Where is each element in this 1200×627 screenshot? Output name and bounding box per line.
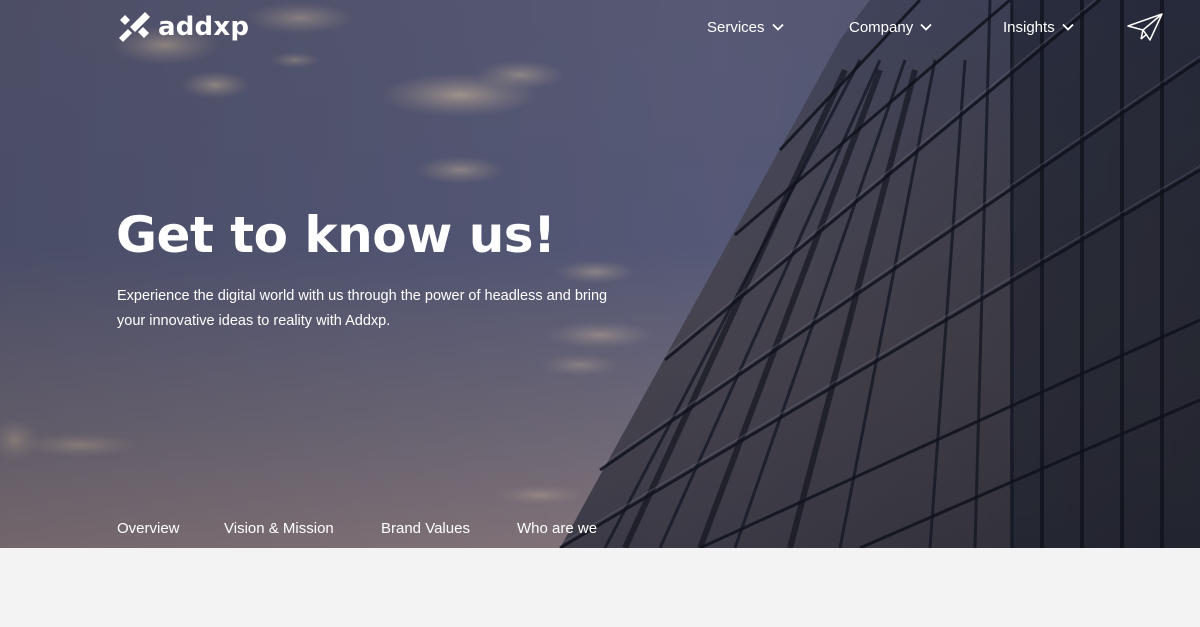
hero-section: addxp Services Company Insights Get to k… [0, 0, 1200, 548]
nav-company-label: Company [849, 18, 914, 36]
page: addxp Services Company Insights Get to k… [0, 0, 1200, 627]
logo-wordmark: addxp [158, 12, 250, 42]
addxp-logo[interactable]: addxp [116, 10, 249, 44]
section-tabs: Overview Vision & Mission Brand Values W… [0, 520, 1200, 540]
nav-insights-label: Insights [1003, 18, 1055, 36]
hero-description: Experience the digital world with us thr… [117, 288, 608, 329]
contact-button[interactable] [1126, 12, 1164, 42]
page-title: Get to know us! [116, 206, 556, 264]
nav-services[interactable]: Services [707, 15, 784, 39]
content-section [0, 548, 1200, 627]
hero-background-image [0, 0, 1200, 548]
tab-brand-values[interactable]: Brand Values [381, 520, 470, 537]
nav-insights[interactable]: Insights [1003, 15, 1074, 39]
tab-overview[interactable]: Overview [117, 520, 180, 537]
nav-services-label: Services [707, 18, 765, 36]
paper-plane-icon [1127, 13, 1163, 41]
tab-vision-mission[interactable]: Vision & Mission [224, 520, 334, 537]
chevron-down-icon [1062, 23, 1074, 31]
addxp-logo-mark-icon [119, 12, 150, 42]
chevron-down-icon [920, 23, 932, 31]
nav-company[interactable]: Company [849, 15, 932, 39]
chevron-down-icon [771, 23, 784, 31]
tab-who-are-we[interactable]: Who are we [517, 520, 597, 537]
